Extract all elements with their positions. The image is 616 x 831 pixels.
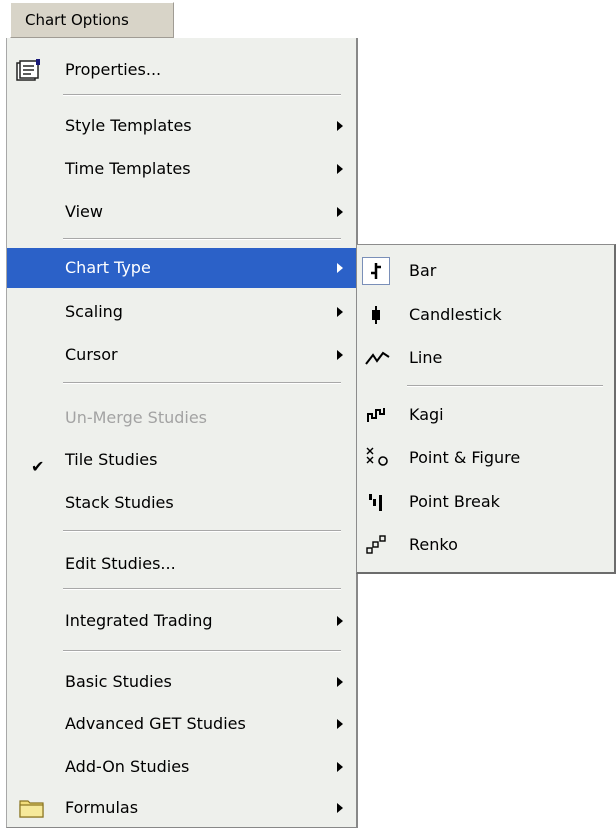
submenu-item-label: Candlestick — [409, 305, 502, 324]
menu-separator — [63, 238, 341, 240]
menu-title-label: Chart Options — [25, 11, 129, 29]
menu-item-label: View — [65, 202, 103, 221]
submenu-arrow-icon — [337, 719, 343, 729]
menu-item-unmerge-studies[interactable]: Un-Merge Studies — [7, 398, 356, 438]
submenu-arrow-icon — [337, 762, 343, 772]
submenu-item-label: Line — [409, 348, 443, 367]
submenu-arrow-icon — [337, 207, 343, 217]
submenu-arrow-icon — [337, 121, 343, 131]
bar-chart-icon — [371, 263, 381, 279]
menu-separator — [63, 94, 341, 96]
kagi-icon — [367, 408, 385, 422]
menu-item-time-templates[interactable]: Time Templates — [7, 149, 356, 189]
menu-item-cursor[interactable]: Cursor — [7, 335, 356, 375]
renko-icon — [366, 535, 386, 554]
submenu-item-label: Point Break — [409, 492, 500, 511]
menu-item-label: Integrated Trading — [65, 611, 213, 630]
menu-item-label: Un-Merge Studies — [65, 408, 208, 427]
menu-item-scaling[interactable]: Scaling — [7, 292, 356, 332]
menu-item-label: Cursor — [65, 345, 118, 364]
menu-title-chart-options[interactable]: Chart Options — [10, 2, 174, 38]
menu-item-label: Advanced GET Studies — [65, 714, 246, 733]
menu-item-formulas[interactable]: Formulas — [7, 788, 356, 828]
chart-type-submenu: Bar Candlestick Line Kagi Point & Figure — [356, 244, 616, 574]
menu-item-label: Time Templates — [65, 159, 191, 178]
folder-icon — [19, 800, 44, 818]
menu-separator — [63, 382, 341, 384]
submenu-item-label: Renko — [409, 535, 458, 554]
menu-separator — [63, 650, 341, 652]
menu-item-advanced-get-studies[interactable]: Advanced GET Studies — [7, 704, 356, 744]
chart-options-menu: Properties... Style Templates Time Templ… — [6, 38, 358, 828]
menu-item-label: Chart Type — [65, 258, 151, 277]
menu-item-label: Scaling — [65, 302, 123, 321]
line-chart-icon — [365, 351, 390, 365]
submenu-item-candlestick[interactable]: Candlestick — [357, 295, 614, 335]
menu-item-tile-studies[interactable]: ✔ Tile Studies — [7, 440, 356, 480]
menu-item-edit-studies[interactable]: Edit Studies... — [7, 544, 356, 584]
submenu-arrow-icon — [337, 803, 343, 813]
submenu-item-point-break[interactable]: Point Break — [357, 482, 614, 522]
menu-separator — [63, 588, 341, 590]
menu-item-style-templates[interactable]: Style Templates — [7, 106, 356, 146]
menu-item-label: Add-On Studies — [65, 757, 190, 776]
submenu-item-label: Point & Figure — [409, 448, 521, 467]
submenu-item-renko[interactable]: Renko — [357, 525, 614, 565]
checkmark-icon: ✔ — [31, 457, 45, 476]
menu-separator — [63, 530, 341, 532]
submenu-item-point-figure[interactable]: Point & Figure — [357, 438, 614, 478]
submenu-item-label: Kagi — [409, 405, 444, 424]
menu-item-chart-type[interactable]: Chart Type — [7, 248, 356, 288]
submenu-item-label: Bar — [409, 261, 437, 280]
submenu-arrow-icon — [337, 164, 343, 174]
menu-item-integrated-trading[interactable]: Integrated Trading — [7, 601, 356, 641]
submenu-item-bar[interactable]: Bar — [357, 251, 614, 291]
candlestick-icon — [372, 306, 380, 324]
menu-item-label: Properties... — [65, 60, 162, 79]
menu-item-label: Style Templates — [65, 116, 192, 135]
submenu-item-line[interactable]: Line — [357, 338, 614, 378]
submenu-item-kagi[interactable]: Kagi — [357, 395, 614, 435]
menu-item-label: Stack Studies — [65, 493, 174, 512]
menu-item-label: Basic Studies — [65, 672, 172, 691]
menu-item-label: Edit Studies... — [65, 554, 176, 573]
menu-item-label: Formulas — [65, 798, 139, 817]
submenu-arrow-icon — [337, 350, 343, 360]
menu-item-view[interactable]: View — [7, 192, 356, 232]
submenu-separator — [407, 385, 603, 387]
menu-item-addon-studies[interactable]: Add-On Studies — [7, 747, 356, 787]
point-break-icon — [369, 494, 382, 511]
menu-item-properties[interactable]: Properties... — [7, 50, 356, 90]
menu-item-basic-studies[interactable]: Basic Studies — [7, 662, 356, 702]
submenu-arrow-icon — [337, 307, 343, 317]
submenu-arrow-icon — [337, 677, 343, 687]
properties-icon — [16, 59, 40, 81]
submenu-arrow-icon — [337, 616, 343, 626]
menu-item-stack-studies[interactable]: Stack Studies — [7, 483, 356, 523]
point-figure-icon — [366, 447, 388, 466]
submenu-arrow-icon — [337, 263, 343, 273]
menu-item-label: Tile Studies — [65, 450, 158, 469]
